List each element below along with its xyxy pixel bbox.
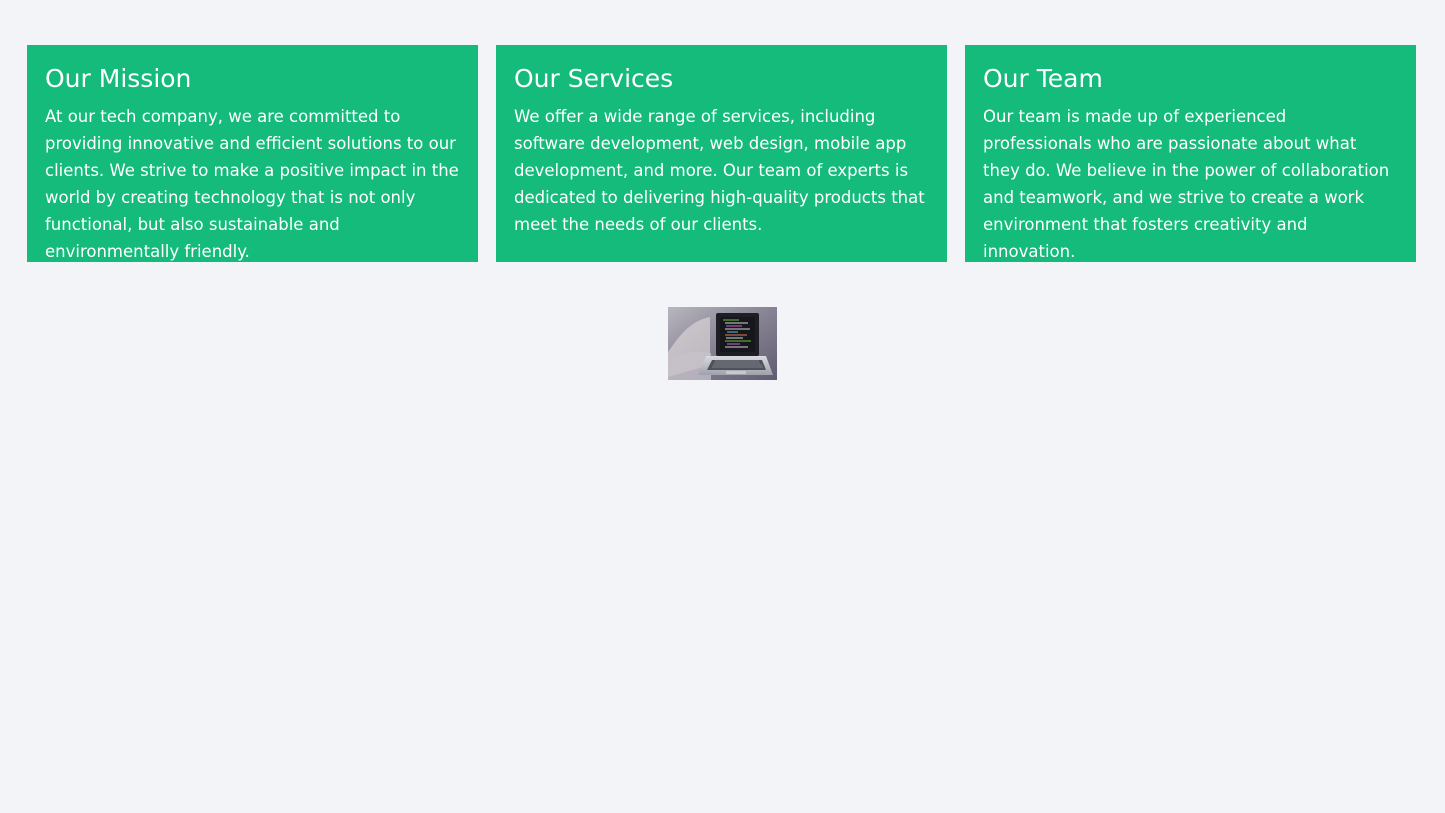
team-title: Our Team <box>983 64 1103 93</box>
mission-text: At our tech company, we are committed to… <box>45 106 459 261</box>
mission-title: Our Mission <box>45 64 192 93</box>
team-card: Our Team Our team is made up of experien… <box>965 45 1416 262</box>
team-text: Our team is made up of experienced profe… <box>983 106 1390 261</box>
cards-row: Our Mission At our tech company, we are … <box>27 45 1416 262</box>
services-text: We offer a wide range of services, inclu… <box>514 106 925 234</box>
mission-card: Our Mission At our tech company, we are … <box>27 45 478 262</box>
laptop-photo-icon <box>668 307 777 380</box>
services-card: Our Services We offer a wide range of se… <box>496 45 947 262</box>
laptop-image <box>668 307 777 380</box>
services-title: Our Services <box>514 64 674 93</box>
